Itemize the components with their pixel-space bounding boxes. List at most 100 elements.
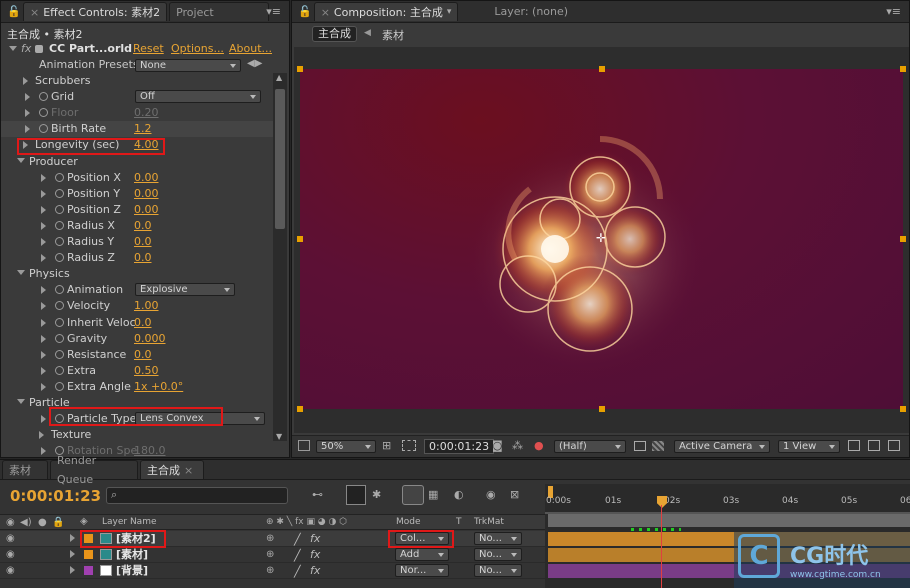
shy-icon[interactable]: ⊕ xyxy=(266,563,274,579)
property-row[interactable]: Gravity 0.000 xyxy=(1,331,273,347)
layer-name[interactable]: [素材] xyxy=(116,547,148,563)
expand-triangle-icon[interactable] xyxy=(23,77,28,85)
tab-layer[interactable]: Layer: (none) xyxy=(488,2,639,21)
property-row[interactable]: Extra 0.50 xyxy=(1,363,273,379)
always-preview-icon[interactable] xyxy=(298,440,310,451)
close-icon[interactable]: × xyxy=(30,3,39,22)
chevron-down-icon[interactable]: ▾ xyxy=(447,3,452,22)
expand-triangle-icon[interactable] xyxy=(25,125,30,134)
transform-handle[interactable] xyxy=(297,66,303,72)
property-row[interactable]: Position Z 0.00 xyxy=(1,202,273,218)
property-value[interactable]: 0.00 xyxy=(134,186,159,202)
expand-triangle-icon[interactable] xyxy=(41,221,46,230)
eye-icon[interactable]: ◉ xyxy=(6,563,15,579)
timeline-timecode[interactable]: 0:00:01:23 xyxy=(10,487,101,505)
stopwatch-icon[interactable] xyxy=(55,365,64,375)
property-row[interactable]: Texture xyxy=(1,427,273,443)
property-dropdown[interactable]: Explosive xyxy=(135,283,235,297)
mode-header[interactable]: Mode xyxy=(396,517,421,527)
stopwatch-icon[interactable] xyxy=(55,285,64,295)
stopwatch-icon[interactable] xyxy=(55,317,64,327)
hide-shy-layers-icon[interactable] xyxy=(402,485,424,505)
quality-icon[interactable]: ╱ xyxy=(294,548,301,564)
comp-mini-flowchart-icon[interactable]: ⊷ xyxy=(312,488,323,501)
stopwatch-icon[interactable] xyxy=(39,124,48,134)
expand-triangle-icon[interactable] xyxy=(41,173,46,182)
comp-canvas[interactable]: ✛ xyxy=(300,69,903,409)
property-row[interactable]: Producer xyxy=(1,154,273,170)
eye-icon[interactable]: ◉ xyxy=(6,547,15,563)
fx-icon[interactable]: fx xyxy=(310,547,320,563)
property-row[interactable]: Animation Explosive xyxy=(1,282,273,298)
stopwatch-icon[interactable] xyxy=(55,333,64,343)
view-layout-dropdown[interactable]: 1 View xyxy=(778,440,840,453)
property-row[interactable]: Scrubbers xyxy=(1,73,273,89)
expand-triangle-icon[interactable] xyxy=(41,205,46,214)
track-matte-dropdown[interactable]: No... xyxy=(474,532,522,545)
property-value[interactable]: 0.000 xyxy=(134,331,166,347)
track-matte-dropdown[interactable]: No... xyxy=(474,564,522,577)
quality-icon[interactable]: ╱ xyxy=(294,532,301,548)
resolution-dropdown[interactable]: (Half) xyxy=(554,440,626,453)
stopwatch-icon[interactable] xyxy=(39,92,48,102)
stopwatch-icon[interactable] xyxy=(39,108,48,118)
property-row[interactable]: Radius Z 0.0 xyxy=(1,250,273,266)
mask-visibility-icon[interactable] xyxy=(402,440,416,451)
panel-menu-icon[interactable]: ▾≡ xyxy=(266,5,281,18)
zoom-dropdown[interactable]: 50% xyxy=(316,440,376,453)
property-row[interactable]: Position Y 0.00 xyxy=(1,186,273,202)
graph-editor-icon[interactable]: ⊠ xyxy=(510,488,519,501)
expand-triangle-icon[interactable] xyxy=(41,415,46,424)
blend-mode-dropdown[interactable]: Nor... xyxy=(395,564,449,577)
transform-handle[interactable] xyxy=(900,66,906,72)
transform-handle[interactable] xyxy=(297,236,303,242)
layer-name-header[interactable]: Layer Name xyxy=(102,517,157,527)
layer-expand-icon[interactable] xyxy=(70,534,75,542)
close-icon[interactable]: × xyxy=(321,3,330,22)
stopwatch-icon[interactable] xyxy=(55,188,64,198)
label-color-swatch[interactable] xyxy=(84,566,93,575)
property-value[interactable]: 0.00 xyxy=(134,202,159,218)
expand-triangle-icon[interactable] xyxy=(9,46,17,51)
property-row[interactable]: Resistance 0.0 xyxy=(1,347,273,363)
lock-icon[interactable]: 🔓 xyxy=(7,5,21,19)
region-of-interest-icon[interactable] xyxy=(634,441,646,451)
property-dropdown[interactable]: Off xyxy=(135,90,261,104)
close-icon[interactable]: × xyxy=(184,461,193,480)
current-time-display[interactable]: 0:00:01:23 xyxy=(424,439,495,454)
expand-triangle-icon[interactable] xyxy=(41,350,46,359)
property-value[interactable]: 1x +0.0° xyxy=(134,379,183,395)
transform-handle[interactable] xyxy=(297,406,303,412)
property-value[interactable]: 0.50 xyxy=(134,363,159,379)
show-snapshot-icon[interactable]: ⁂ xyxy=(512,439,523,452)
expand-triangle-icon[interactable] xyxy=(41,286,46,295)
lock-icon[interactable]: 🔓 xyxy=(298,5,312,18)
effect-name[interactable]: CC Part...orld xyxy=(49,41,132,57)
property-value[interactable]: 1.00 xyxy=(134,298,159,314)
expand-triangle-icon[interactable] xyxy=(41,447,46,456)
rgb-channel-icon[interactable]: ● xyxy=(534,439,544,452)
comp-crumb-active[interactable]: 主合成 xyxy=(312,26,357,42)
layer-row[interactable]: ◉ [背景] ⊕ ╱ fx Nor... No... xyxy=(0,563,545,579)
animation-presets-dropdown[interactable]: None xyxy=(135,59,241,72)
property-row[interactable]: Radius X 0.0 xyxy=(1,218,273,234)
property-row[interactable]: Physics xyxy=(1,266,273,282)
expand-triangle-icon[interactable] xyxy=(39,431,44,440)
stopwatch-icon[interactable] xyxy=(55,253,64,263)
camera-snapshot-icon[interactable]: ◙ xyxy=(492,439,503,452)
expand-triangle-icon[interactable] xyxy=(41,238,46,246)
property-row[interactable]: Extra Angle 1x +0.0° xyxy=(1,379,273,395)
label-color-swatch[interactable] xyxy=(84,550,93,559)
expand-triangle-icon[interactable] xyxy=(41,302,46,311)
stopwatch-icon[interactable] xyxy=(55,172,64,182)
stopwatch-icon[interactable] xyxy=(55,220,64,230)
quality-icon[interactable]: ╱ xyxy=(294,564,301,580)
track-matte-dropdown[interactable]: No... xyxy=(474,548,522,561)
options-link[interactable]: Options... xyxy=(171,41,224,57)
transparency-grid-icon[interactable] xyxy=(652,441,664,451)
blend-mode-dropdown[interactable]: Add xyxy=(395,548,449,561)
property-value[interactable]: 0.0 xyxy=(134,218,152,234)
timeline-search-input[interactable]: ⌕ xyxy=(106,487,288,504)
property-value[interactable]: 0.0 xyxy=(134,315,152,331)
property-row[interactable]: Velocity 1.00 xyxy=(1,298,273,314)
